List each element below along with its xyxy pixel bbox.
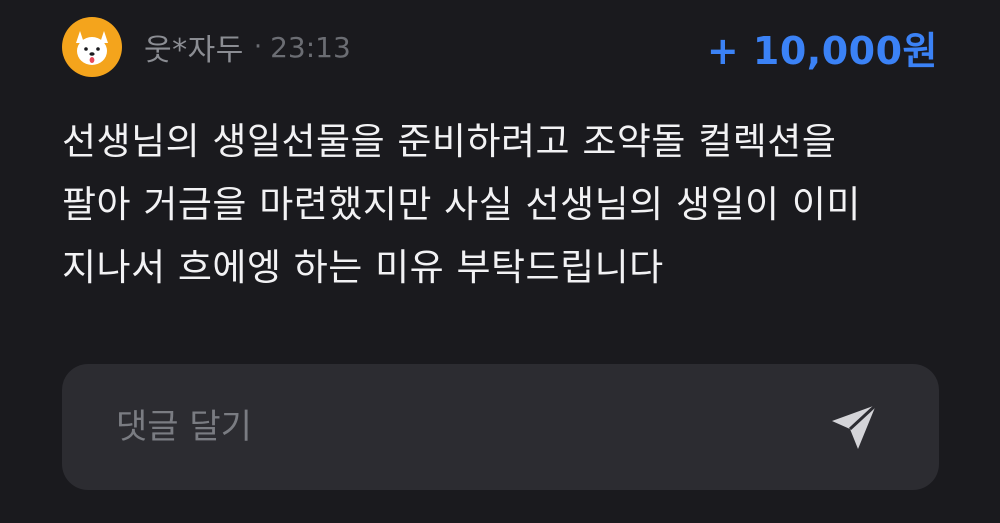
post-header: 웃*자두 · 23:13 + 10,000원 <box>62 17 938 77</box>
avatar[interactable] <box>62 17 122 77</box>
username[interactable]: 웃*자두 <box>144 25 244 69</box>
post-message: 선생님의 생일선물을 준비하려고 조약돌 컬렉션을 팔아 거금을 마련했지만 사… <box>62 110 942 299</box>
message-line: 지나서 흐에엥 하는 미유 부탁드립니다 <box>62 246 664 289</box>
paper-plane-icon <box>832 403 878 449</box>
post-time: 23:13 <box>270 30 351 64</box>
send-button[interactable] <box>809 382 899 472</box>
post-meta: 웃*자두 · 23:13 <box>144 17 351 77</box>
message-line: 팔아 거금을 마련했지만 사실 선생님의 생일이 이미 <box>62 183 861 226</box>
message-line: 선생님의 생일선물을 준비하려고 조약돌 컬렉션을 <box>62 120 837 163</box>
meta-separator: · <box>253 32 263 62</box>
comment-input[interactable] <box>62 363 809 491</box>
donation-amount: + 10,000원 <box>706 28 938 73</box>
comment-composer <box>62 363 939 491</box>
dog-face-icon <box>76 31 108 65</box>
donation-post-card: 웃*자두 · 23:13 + 10,000원 선생님의 생일선물을 준비하려고 … <box>0 0 1000 523</box>
